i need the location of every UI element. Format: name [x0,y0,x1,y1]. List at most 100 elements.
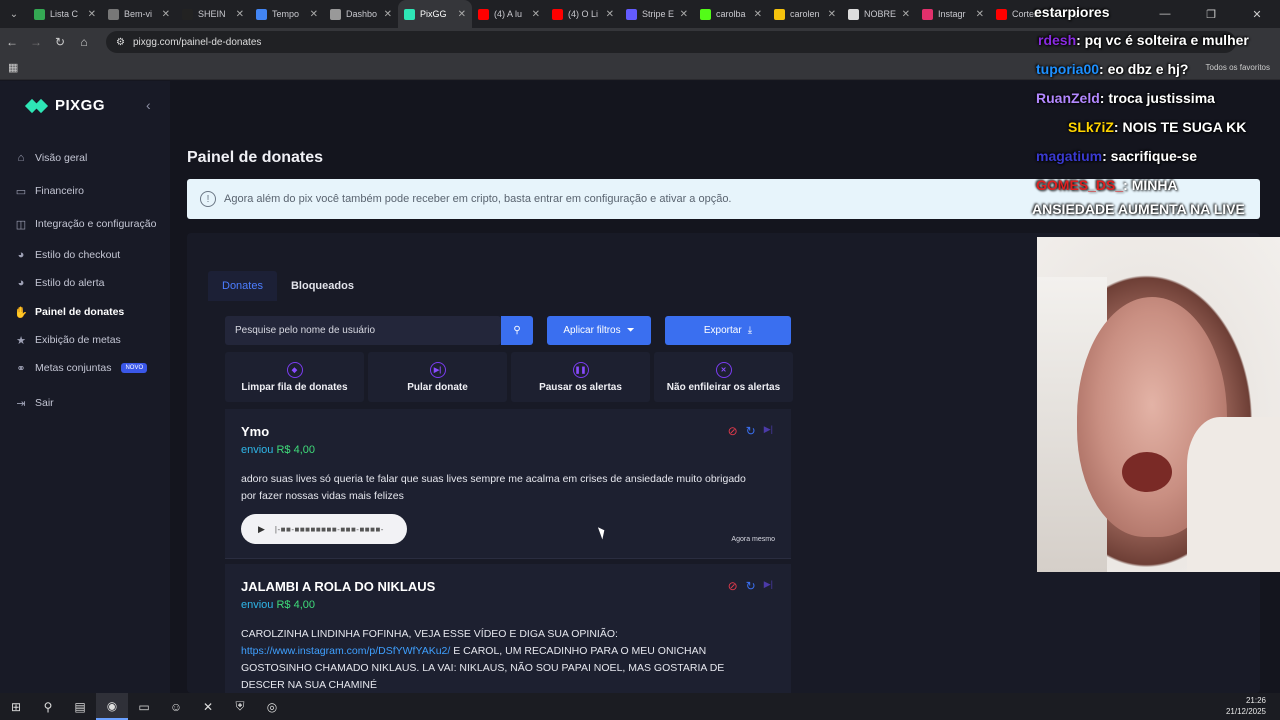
browser-tab[interactable]: (4) O Li ✕ [546,0,620,28]
sidebar-item-metas-conjuntas[interactable]: ⚭ Metas conjuntas NOVO [0,362,148,375]
tab-close-icon[interactable]: ✕ [976,9,984,20]
browser-tab[interactable]: Instagr ✕ [916,0,990,28]
browser-tab[interactable]: PixGG ✕ [398,0,472,28]
discord-icon[interactable]: ☺ [160,693,192,720]
browser-tab[interactable]: Lista C ✕ [28,0,102,28]
info-icon: ! [200,191,216,207]
browser-tab[interactable]: Bem-vi ✕ [102,0,176,28]
stream-chat-overlay: estarpiores rdesh: pq vc é solteira e mul… [1030,0,1280,225]
tab-close-icon[interactable]: ✕ [236,9,244,20]
search-taskbar-icon[interactable]: ⚲ [32,693,64,720]
chat-text: estarpiores [1034,4,1110,20]
browser-tab[interactable]: Stripe E ✕ [620,0,694,28]
audio-player[interactable]: ▶ |-■■-■■■■■■■■-■■■-■■■■- [241,514,407,544]
browser-tab[interactable]: Tempo ✕ [250,0,324,28]
chat-text: ANSIEDADE AUMENTA NA LIVE [1032,201,1245,217]
sidebar-item-sair[interactable]: ⇥ Sair [0,397,54,410]
apps-grid-icon[interactable]: ▦ [8,61,18,74]
brand-logo[interactable]: PIXGG [24,97,105,114]
chat-text: : NOIS TE SUGA KK [1113,119,1247,135]
tab-title: Tempo [272,9,300,19]
chat-username: RuanZeld [1036,90,1100,106]
browser-tab[interactable]: NOBRE ✕ [842,0,916,28]
sidebar-item-financeiro[interactable]: ▭ Financeiro [0,185,84,198]
tab-favicon-icon [848,8,859,20]
action-eraser-button[interactable]: ◆ Limpar fila de donates [225,352,364,402]
action-bell-off-button[interactable]: ✕ Não enfileirar os alertas [654,352,793,402]
sidebar-item-exibi-o-de-metas[interactable]: ★ Exibição de metas [0,334,121,347]
start-icon[interactable]: ⊞ [0,693,32,720]
tab-favicon-icon [404,8,415,20]
task-view-icon[interactable]: ▤ [64,693,96,720]
tab-title: Lista C [50,9,79,19]
webcam-mouth [1122,452,1172,492]
chrome-icon[interactable]: ◉ [96,693,128,720]
search-input[interactable]: Pesquise pelo nome de usuário [225,316,501,345]
donate-item: JALAMBI A ROLA DO NIKLAUS enviou R$ 4,00… [225,564,791,693]
action-pause-button[interactable]: ❚❚ Pausar os alertas [511,352,650,402]
browser-tab[interactable]: carolen ✕ [768,0,842,28]
tab-close-icon[interactable]: ✕ [754,9,762,20]
apply-filters-button[interactable]: Aplicar filtros ⏷ [547,316,651,345]
site-info-icon[interactable]: ⚙ [116,37,125,48]
reload-icon[interactable]: ↻ [48,35,72,49]
instagram-link[interactable]: https://www.instagram.com/p/DSfYWfYAKu2/ [241,645,450,657]
tab-close-icon[interactable]: ✕ [902,9,910,20]
tab-search-icon[interactable]: ⌄ [0,0,28,28]
replay-icon[interactable]: ↻ [746,579,756,593]
tab-close-icon[interactable]: ✕ [162,9,170,20]
apply-filters-label: Aplicar filtros [563,325,621,336]
browser-tab[interactable]: (4) A lu ✕ [472,0,546,28]
system-clock[interactable]: 21:26 21/12/2025 [1226,695,1266,717]
search-button[interactable]: ⚲ [501,316,533,345]
filter-icon: ⏷ [626,325,635,336]
sidebar-item-painel-de-donates[interactable]: ✋ Painel de donates [0,306,124,319]
block-icon[interactable]: ⊘ [728,424,738,438]
sidebar-item-estilo-do-alerta[interactable]: ◕ Estilo do alerta [0,277,105,289]
sidebar-item-integra-o-e-configura-o[interactable]: ◫ Integração e configuração [0,218,157,231]
tab-close-icon[interactable]: ✕ [828,9,836,20]
tab-title: Instagr [938,9,966,19]
donates-tabs: Donates Bloqueados [208,271,368,301]
file-explorer-icon[interactable]: ▭ [128,693,160,720]
tab-donates[interactable]: Donates [208,271,277,301]
home-browser-icon[interactable]: ⌂ [72,35,96,49]
chat-text: : troca justissima [1099,90,1215,106]
browser-tab[interactable]: Dashbo ✕ [324,0,398,28]
chat-text: : pq vc é solteira e mulher [1076,32,1249,48]
tab-close-icon[interactable]: ✕ [310,9,318,20]
skip-donate-icon[interactable]: ▶| [764,424,773,438]
sidebar-item-label: Exibição de metas [35,334,121,346]
tab-bloqueados[interactable]: Bloqueados [277,271,368,301]
xbox-icon[interactable]: ✕ [192,693,224,720]
export-button[interactable]: Exportar ⤓ [665,316,791,345]
back-icon[interactable]: ← [0,35,24,49]
tab-close-icon[interactable]: ✕ [606,9,614,20]
replay-icon[interactable]: ↻ [746,424,756,438]
tab-close-icon[interactable]: ✕ [532,9,540,20]
tab-close-icon[interactable]: ✕ [458,9,466,20]
tab-favicon-icon [182,8,193,20]
audio-waveform[interactable]: |-■■-■■■■■■■■-■■■-■■■■- [275,525,384,534]
skip-donate-icon[interactable]: ▶| [764,579,773,593]
forward-icon[interactable]: → [24,35,48,49]
sidebar-item-vis-o-geral[interactable]: ⌂ Visão geral [0,152,88,164]
palette-icon: ◕ [17,249,25,261]
wallet-icon: ▭ [15,185,27,198]
tab-favicon-icon [626,8,637,20]
browser-tab[interactable]: carolba ✕ [694,0,768,28]
browser-tab[interactable]: SHEIN ✕ [176,0,250,28]
obs-icon[interactable]: ◎ [256,693,288,720]
donate-controls: ⊘ ↻ ▶| [728,424,773,438]
webcam-shirt [1187,417,1280,572]
sidebar-item-label: Sair [35,397,54,409]
tab-close-icon[interactable]: ✕ [384,9,392,20]
action-skip-button[interactable]: ▶| Pular donate [368,352,507,402]
shield-icon[interactable]: ⛨ [224,693,256,720]
block-icon[interactable]: ⊘ [728,579,738,593]
tab-close-icon[interactable]: ✕ [88,9,96,20]
collapse-sidebar-icon[interactable]: ‹ [146,97,151,113]
play-icon[interactable]: ▶ [258,524,265,535]
sidebar-item-estilo-do-checkout[interactable]: ◕ Estilo do checkout [0,249,121,261]
tab-close-icon[interactable]: ✕ [680,9,688,20]
